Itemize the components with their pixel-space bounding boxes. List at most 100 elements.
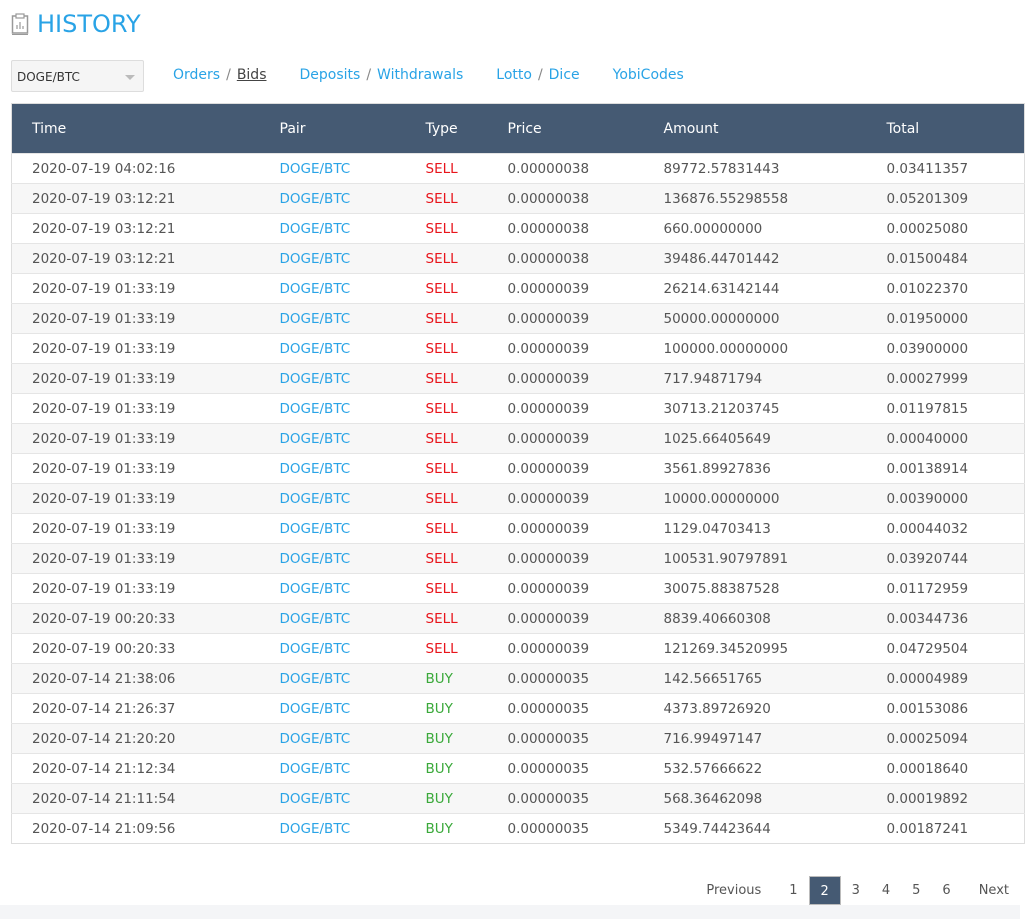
- nav-separator: /: [366, 67, 372, 83]
- cell-pair[interactable]: DOGE/BTC: [279, 153, 426, 184]
- cell-amount: 716.99497147: [663, 723, 887, 754]
- nav-separator: /: [537, 67, 543, 83]
- cell-pair[interactable]: DOGE/BTC: [279, 393, 426, 424]
- cell-time: 2020-07-14 21:12:34: [11, 753, 280, 784]
- nav-link-lotto[interactable]: Lotto: [496, 67, 532, 83]
- cell-type: SELL: [425, 483, 508, 514]
- table-row: 2020-07-19 00:20:33 DOGE/BTC SELL 0.0000003…: [11, 633, 1025, 664]
- cell-type: SELL: [425, 513, 508, 544]
- column-header-amount[interactable]: Amount: [664, 104, 887, 154]
- cell-pair[interactable]: DOGE/BTC: [279, 363, 426, 394]
- column-header-pair[interactable]: Pair: [280, 104, 426, 154]
- cell-total: 0.04729504: [886, 633, 1025, 664]
- cell-total: 0.01022370: [886, 273, 1025, 304]
- table-row: 2020-07-14 21:09:56 DOGE/BTC BUY 0.00000035…: [11, 813, 1025, 844]
- cell-price: 0.00000035: [507, 663, 664, 694]
- cell-pair[interactable]: DOGE/BTC: [279, 303, 426, 334]
- page-6-button[interactable]: 6: [931, 876, 961, 905]
- cell-pair[interactable]: DOGE/BTC: [279, 753, 426, 784]
- cell-pair[interactable]: DOGE/BTC: [279, 603, 426, 634]
- cell-price: 0.00000039: [507, 333, 664, 364]
- cell-pair[interactable]: DOGE/BTC: [279, 183, 426, 214]
- cell-amount: 1129.04703413: [663, 513, 887, 544]
- page-5-button[interactable]: 5: [901, 876, 931, 905]
- table-row: 2020-07-19 03:12:21 DOGE/BTC SELL 0.0000003…: [11, 243, 1025, 274]
- cell-pair[interactable]: DOGE/BTC: [279, 453, 426, 484]
- cell-pair[interactable]: DOGE/BTC: [279, 663, 426, 694]
- cell-price: 0.00000038: [507, 213, 664, 244]
- cell-total: 0.00025080: [886, 213, 1025, 244]
- cell-type: BUY: [425, 813, 508, 844]
- cell-type: SELL: [425, 393, 508, 424]
- table-row: 2020-07-14 21:20:20 DOGE/BTC BUY 0.00000035…: [11, 723, 1025, 754]
- cell-time: 2020-07-19 00:20:33: [11, 603, 280, 634]
- cell-price: 0.00000039: [507, 453, 664, 484]
- cell-pair[interactable]: DOGE/BTC: [279, 543, 426, 574]
- cell-pair[interactable]: DOGE/BTC: [279, 783, 426, 814]
- cell-time: 2020-07-19 01:33:19: [11, 483, 280, 514]
- column-header-time[interactable]: Time: [12, 104, 280, 154]
- cell-time: 2020-07-19 01:33:19: [11, 423, 280, 454]
- cell-pair[interactable]: DOGE/BTC: [279, 633, 426, 664]
- table-row: 2020-07-14 21:11:54 DOGE/BTC BUY 0.00000035…: [11, 783, 1025, 814]
- cell-total: 0.00040000: [886, 423, 1025, 454]
- cell-pair[interactable]: DOGE/BTC: [279, 573, 426, 604]
- nav-group: YobiCodes: [613, 67, 684, 83]
- column-header-type[interactable]: Type: [426, 104, 508, 154]
- nav-link-dice[interactable]: Dice: [549, 67, 580, 83]
- cell-pair[interactable]: DOGE/BTC: [279, 423, 426, 454]
- table-row: 2020-07-14 21:26:37 DOGE/BTC BUY 0.00000035…: [11, 693, 1025, 724]
- cell-pair[interactable]: DOGE/BTC: [279, 333, 426, 364]
- cell-pair[interactable]: DOGE/BTC: [279, 513, 426, 544]
- table-row: 2020-07-19 01:33:19 DOGE/BTC SELL 0.0000003…: [11, 573, 1025, 604]
- cell-time: 2020-07-19 01:33:19: [11, 393, 280, 424]
- cell-amount: 89772.57831443: [663, 153, 887, 184]
- cell-type: SELL: [425, 573, 508, 604]
- cell-price: 0.00000035: [507, 783, 664, 814]
- table-header-row: Time Pair Type Price Amount Total: [11, 103, 1025, 154]
- nav-group: Orders / Bids: [173, 67, 267, 83]
- footer-bar: [0, 905, 1020, 919]
- cell-amount: 142.56651765: [663, 663, 887, 694]
- column-header-total[interactable]: Total: [887, 104, 1025, 154]
- cell-pair[interactable]: DOGE/BTC: [279, 813, 426, 844]
- cell-price: 0.00000039: [507, 273, 664, 304]
- cell-total: 0.01500484: [886, 243, 1025, 274]
- column-header-price[interactable]: Price: [508, 104, 664, 154]
- cell-total: 0.03900000: [886, 333, 1025, 364]
- cell-price: 0.00000039: [507, 483, 664, 514]
- cell-type: SELL: [425, 183, 508, 214]
- cell-total: 0.00027999: [886, 363, 1025, 394]
- page-3-button[interactable]: 3: [841, 876, 871, 905]
- cell-pair[interactable]: DOGE/BTC: [279, 723, 426, 754]
- cell-amount: 50000.00000000: [663, 303, 887, 334]
- page-2-button[interactable]: 2: [808, 876, 841, 905]
- nav-link-yobicodes[interactable]: YobiCodes: [613, 67, 684, 83]
- table-row: 2020-07-19 01:33:19 DOGE/BTC SELL 0.0000003…: [11, 423, 1025, 454]
- cell-pair[interactable]: DOGE/BTC: [279, 243, 426, 274]
- cell-pair[interactable]: DOGE/BTC: [279, 483, 426, 514]
- cell-amount: 39486.44701442: [663, 243, 887, 274]
- cell-total: 0.01197815: [886, 393, 1025, 424]
- cell-total: 0.00153086: [886, 693, 1025, 724]
- cell-price: 0.00000035: [507, 813, 664, 844]
- nav-link-withdrawals[interactable]: Withdrawals: [377, 67, 463, 83]
- cell-type: SELL: [425, 153, 508, 184]
- cell-time: 2020-07-19 03:12:21: [11, 213, 280, 244]
- nav-link-orders[interactable]: Orders: [173, 67, 220, 83]
- next-page-button[interactable]: Next: [968, 876, 1020, 905]
- nav-link-bids[interactable]: Bids: [237, 67, 267, 83]
- cell-price: 0.00000039: [507, 603, 664, 634]
- cell-type: BUY: [425, 693, 508, 724]
- page-1-button[interactable]: 1: [778, 876, 808, 905]
- pair-select[interactable]: DOGE/BTC: [11, 60, 144, 92]
- previous-page-button[interactable]: Previous: [695, 876, 772, 905]
- table-row: 2020-07-19 01:33:19 DOGE/BTC SELL 0.0000003…: [11, 393, 1025, 424]
- table-row: 2020-07-19 03:12:21 DOGE/BTC SELL 0.0000003…: [11, 213, 1025, 244]
- table-row: 2020-07-19 01:33:19 DOGE/BTC SELL 0.0000003…: [11, 363, 1025, 394]
- cell-pair[interactable]: DOGE/BTC: [279, 213, 426, 244]
- page-4-button[interactable]: 4: [871, 876, 901, 905]
- cell-pair[interactable]: DOGE/BTC: [279, 273, 426, 304]
- cell-pair[interactable]: DOGE/BTC: [279, 693, 426, 724]
- nav-link-deposits[interactable]: Deposits: [300, 67, 361, 83]
